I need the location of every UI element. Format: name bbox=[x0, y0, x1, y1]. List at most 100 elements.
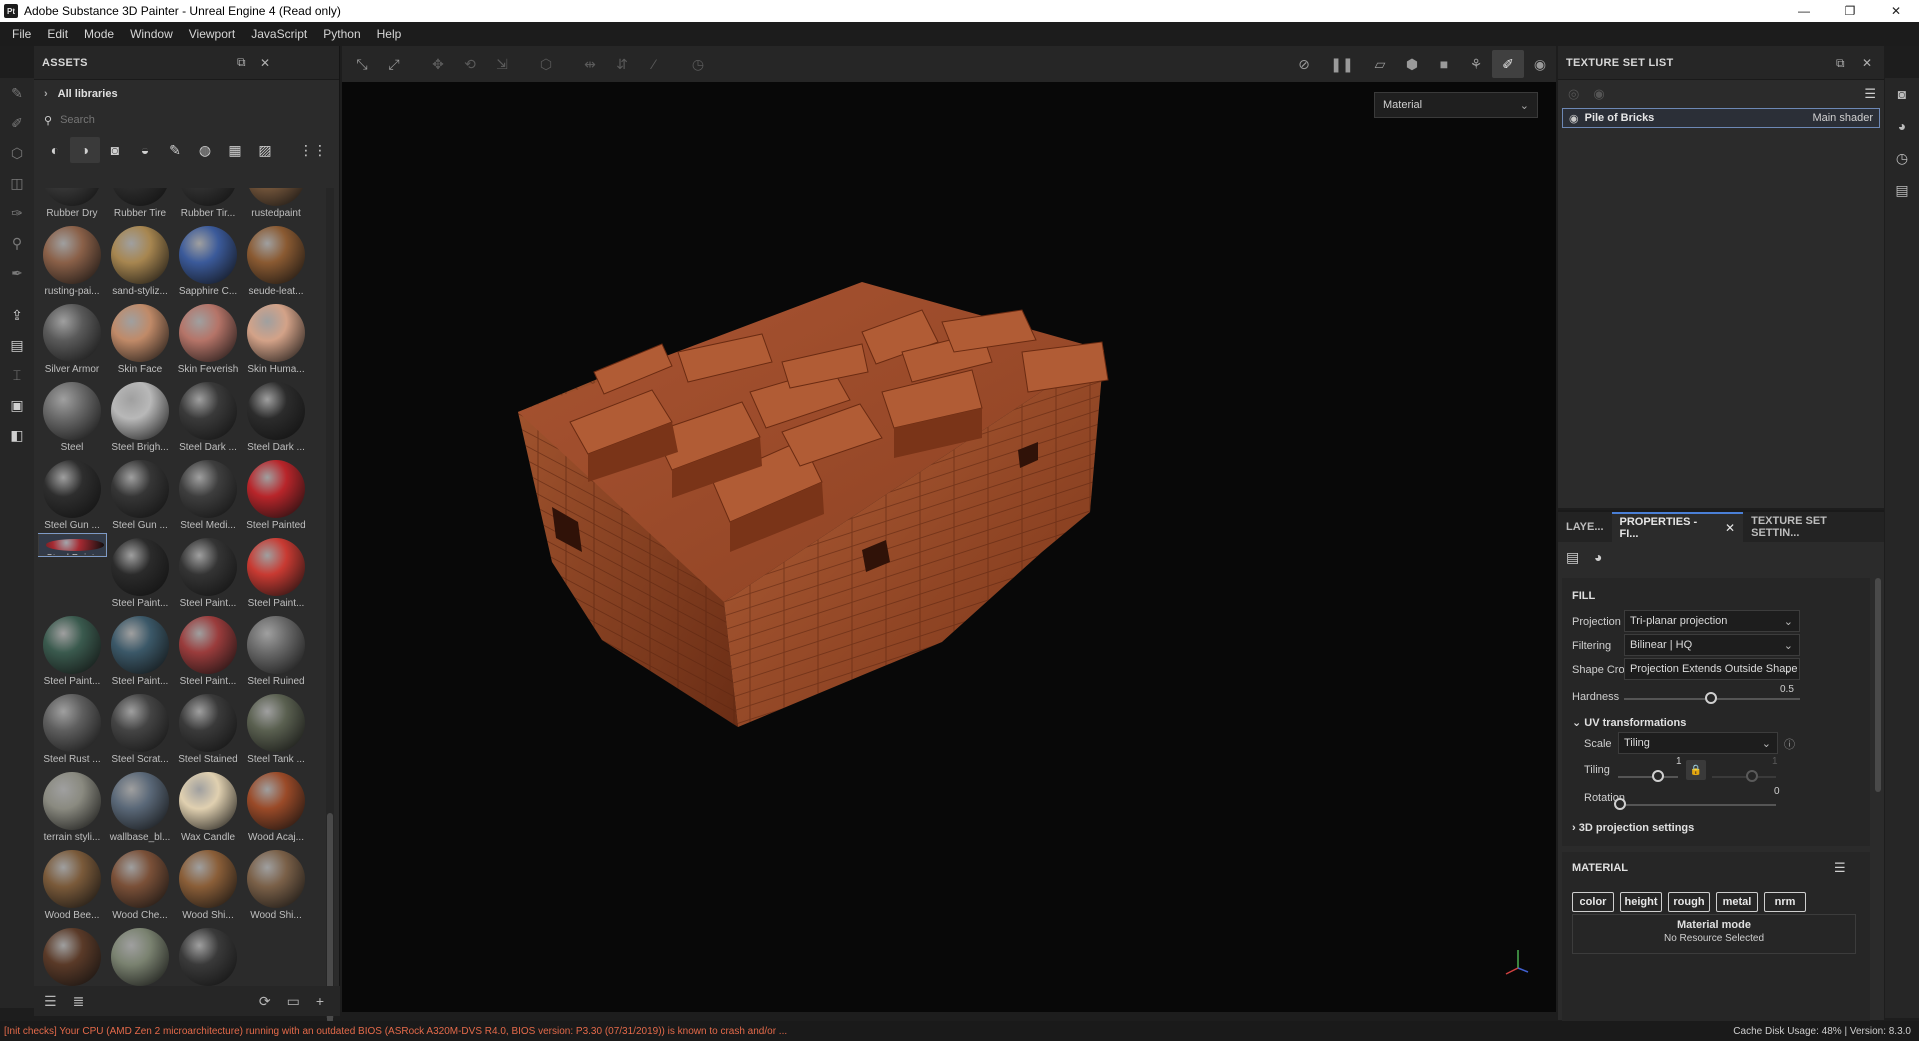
eraser-icon[interactable]: ✐ bbox=[0, 108, 34, 138]
smart-materials-filter-icon[interactable]: ◑ bbox=[70, 137, 100, 163]
asset-item[interactable]: terrain styli... bbox=[38, 768, 106, 844]
menu-python[interactable]: Python bbox=[315, 27, 368, 41]
shader-settings-icon[interactable]: ◕ bbox=[1885, 110, 1919, 142]
channel-color-button[interactable]: color bbox=[1572, 892, 1614, 912]
scale-icon[interactable]: ⇲ bbox=[486, 50, 518, 78]
tiling-slider-knob[interactable] bbox=[1652, 770, 1664, 782]
asset-item[interactable]: Sapphire C... bbox=[174, 222, 242, 298]
close-icon[interactable]: ✕ bbox=[1725, 521, 1735, 535]
measure-icon[interactable]: ⌶ bbox=[0, 360, 34, 390]
minimize-button[interactable]: — bbox=[1781, 0, 1827, 22]
symmetry-icon[interactable]: ⁄ bbox=[638, 50, 670, 78]
alphas-filter-icon[interactable]: ◍ bbox=[190, 137, 220, 163]
shape-crop-select[interactable]: Projection Extends Outside Shape ⌄ bbox=[1624, 658, 1800, 680]
3d-viewport[interactable]: Material ⌄ bbox=[342, 82, 1556, 1012]
asset-item[interactable]: Skin Huma... bbox=[242, 300, 310, 376]
color-picker-icon[interactable]: ✒ bbox=[0, 258, 34, 288]
cube-icon[interactable]: ⬡ bbox=[530, 50, 562, 78]
brushes-filter-icon[interactable]: ✎ bbox=[160, 137, 190, 163]
asset-item[interactable]: Steel Paint... bbox=[106, 612, 174, 688]
material-options-icon[interactable]: ☰ bbox=[1834, 860, 1846, 876]
screenshot-icon[interactable]: ◉ bbox=[1524, 50, 1556, 78]
hide-all-icon[interactable]: ◎ bbox=[1568, 86, 1579, 102]
properties-scrollbar[interactable] bbox=[1874, 578, 1882, 1018]
channel-nrm-button[interactable]: nrm bbox=[1764, 892, 1806, 912]
maximize-button[interactable]: ❐ bbox=[1827, 0, 1873, 22]
mirror-y-icon[interactable]: ⇵ bbox=[606, 50, 638, 78]
menu-help[interactable]: Help bbox=[369, 27, 410, 41]
undock-icon[interactable]: ⧉ bbox=[1836, 56, 1845, 71]
asset-item[interactable]: wallbase_bl... bbox=[106, 768, 174, 844]
paint-mode-icon[interactable]: ✐ bbox=[1492, 50, 1524, 78]
status-message[interactable]: [Init checks] Your CPU (AMD Zen 2 microa… bbox=[4, 1026, 787, 1037]
asset-item[interactable]: Steel Paint... bbox=[242, 534, 310, 610]
asset-item[interactable]: Steel Ruined bbox=[242, 612, 310, 688]
asset-item[interactable]: Steel Paint... bbox=[38, 612, 106, 688]
rotation-slider[interactable] bbox=[1618, 804, 1776, 806]
close-icon[interactable]: ✕ bbox=[260, 56, 270, 70]
menu-viewport[interactable]: Viewport bbox=[181, 27, 243, 41]
projection-icon[interactable]: ⬡ bbox=[0, 138, 34, 168]
material-icon[interactable]: ◕ bbox=[1594, 549, 1622, 565]
paint-brush-icon[interactable]: ✎ bbox=[0, 78, 34, 108]
asset-item[interactable]: Steel Dark ... bbox=[174, 378, 242, 454]
materials-filter-icon[interactable]: ◐ bbox=[40, 137, 70, 163]
environments-filter-icon[interactable]: ▨ bbox=[250, 137, 280, 163]
asset-item[interactable]: Wood Acaj... bbox=[242, 768, 310, 844]
asset-item[interactable]: wood_plan... bbox=[106, 924, 174, 988]
tiling-slider[interactable] bbox=[1618, 776, 1678, 778]
viewport-mode-select[interactable]: Material ⌄ bbox=[1374, 92, 1538, 118]
texture-set-row[interactable]: ◉ Pile of Bricks Main shader bbox=[1562, 108, 1880, 128]
polygon-fill-icon[interactable]: ◫ bbox=[0, 168, 34, 198]
show-all-icon[interactable]: ◉ bbox=[1593, 86, 1604, 102]
lock-icon[interactable]: 🔒 bbox=[1686, 760, 1706, 780]
shader-name[interactable]: Main shader bbox=[1812, 112, 1873, 124]
tab-properties[interactable]: PROPERTIES - FI... ✕ bbox=[1611, 512, 1744, 542]
rotate-icon[interactable]: ⟲ bbox=[454, 50, 486, 78]
grids-filter-icon[interactable]: ▦ bbox=[220, 137, 250, 163]
asset-item[interactable]: Wood Wal... bbox=[38, 924, 106, 988]
asset-item[interactable]: Steel Rust ... bbox=[38, 690, 106, 766]
asset-item[interactable]: rustedpaint bbox=[242, 188, 310, 220]
hide-icon[interactable]: ⊘ bbox=[1288, 50, 1320, 78]
export-icon[interactable]: ⇪ bbox=[0, 300, 34, 330]
textures-filter-icon[interactable]: ◙ bbox=[100, 137, 130, 163]
projection-select[interactable]: Tri-planar projection ⌄ bbox=[1624, 610, 1800, 632]
display-settings-icon[interactable]: ◙ bbox=[1885, 78, 1919, 110]
asset-item[interactable]: Steel Stained bbox=[174, 690, 242, 766]
asset-item[interactable]: sand-styliz... bbox=[106, 222, 174, 298]
all-libraries-item[interactable]: › All libraries bbox=[34, 80, 339, 108]
menu-javascript[interactable]: JavaScript bbox=[243, 27, 315, 41]
tiling-slider-v-knob[interactable] bbox=[1746, 770, 1758, 782]
asset-search[interactable]: ⚲ bbox=[34, 108, 339, 132]
masks-filter-icon[interactable]: ◒ bbox=[130, 137, 160, 163]
grid-view-icon[interactable]: ⋮⋮ bbox=[298, 137, 328, 163]
asset-scrollbar[interactable] bbox=[326, 188, 334, 1023]
asset-item[interactable]: Wax Candle bbox=[174, 768, 242, 844]
uv-transformations-section[interactable]: ⌄ UV transformations bbox=[1572, 716, 1686, 729]
asset-item[interactable]: Skin Feverish bbox=[174, 300, 242, 376]
channel-height-button[interactable]: height bbox=[1620, 892, 1662, 912]
menu-window[interactable]: Window bbox=[122, 27, 181, 41]
asset-item[interactable]: Steel Scrat... bbox=[106, 690, 174, 766]
asset-item[interactable]: Skin Face bbox=[106, 300, 174, 376]
3d-projection-section[interactable]: › 3D projection settings bbox=[1572, 822, 1694, 834]
asset-item[interactable]: worn-meta... bbox=[174, 924, 242, 988]
asset-item[interactable]: Wood Shi... bbox=[242, 846, 310, 922]
camera-icon[interactable]: ■ bbox=[1428, 50, 1460, 78]
channel-rough-button[interactable]: rough bbox=[1668, 892, 1710, 912]
bake-icon[interactable]: ▤ bbox=[0, 330, 34, 360]
scene-icon[interactable]: ◧ bbox=[0, 420, 34, 450]
refresh-icon[interactable]: ⟳ bbox=[259, 993, 271, 1010]
asset-item[interactable]: Steel Paint... bbox=[174, 612, 242, 688]
view-2d-icon[interactable]: ▱ bbox=[1364, 50, 1396, 78]
transform-uv-icon[interactable]: ⤡ bbox=[346, 50, 378, 78]
asset-item[interactable]: Steel Gun ... bbox=[106, 456, 174, 532]
asset-item[interactable]: seude-leat... bbox=[242, 222, 310, 298]
menu-file[interactable]: File bbox=[4, 27, 39, 41]
menu-mode[interactable]: Mode bbox=[76, 27, 122, 41]
tab-layers[interactable]: LAYE... bbox=[1558, 512, 1612, 542]
render-icon[interactable]: ⚘ bbox=[1460, 50, 1492, 78]
asset-item[interactable]: rusting-pai... bbox=[38, 222, 106, 298]
clone-stamp-icon[interactable]: ⚲ bbox=[0, 228, 34, 258]
